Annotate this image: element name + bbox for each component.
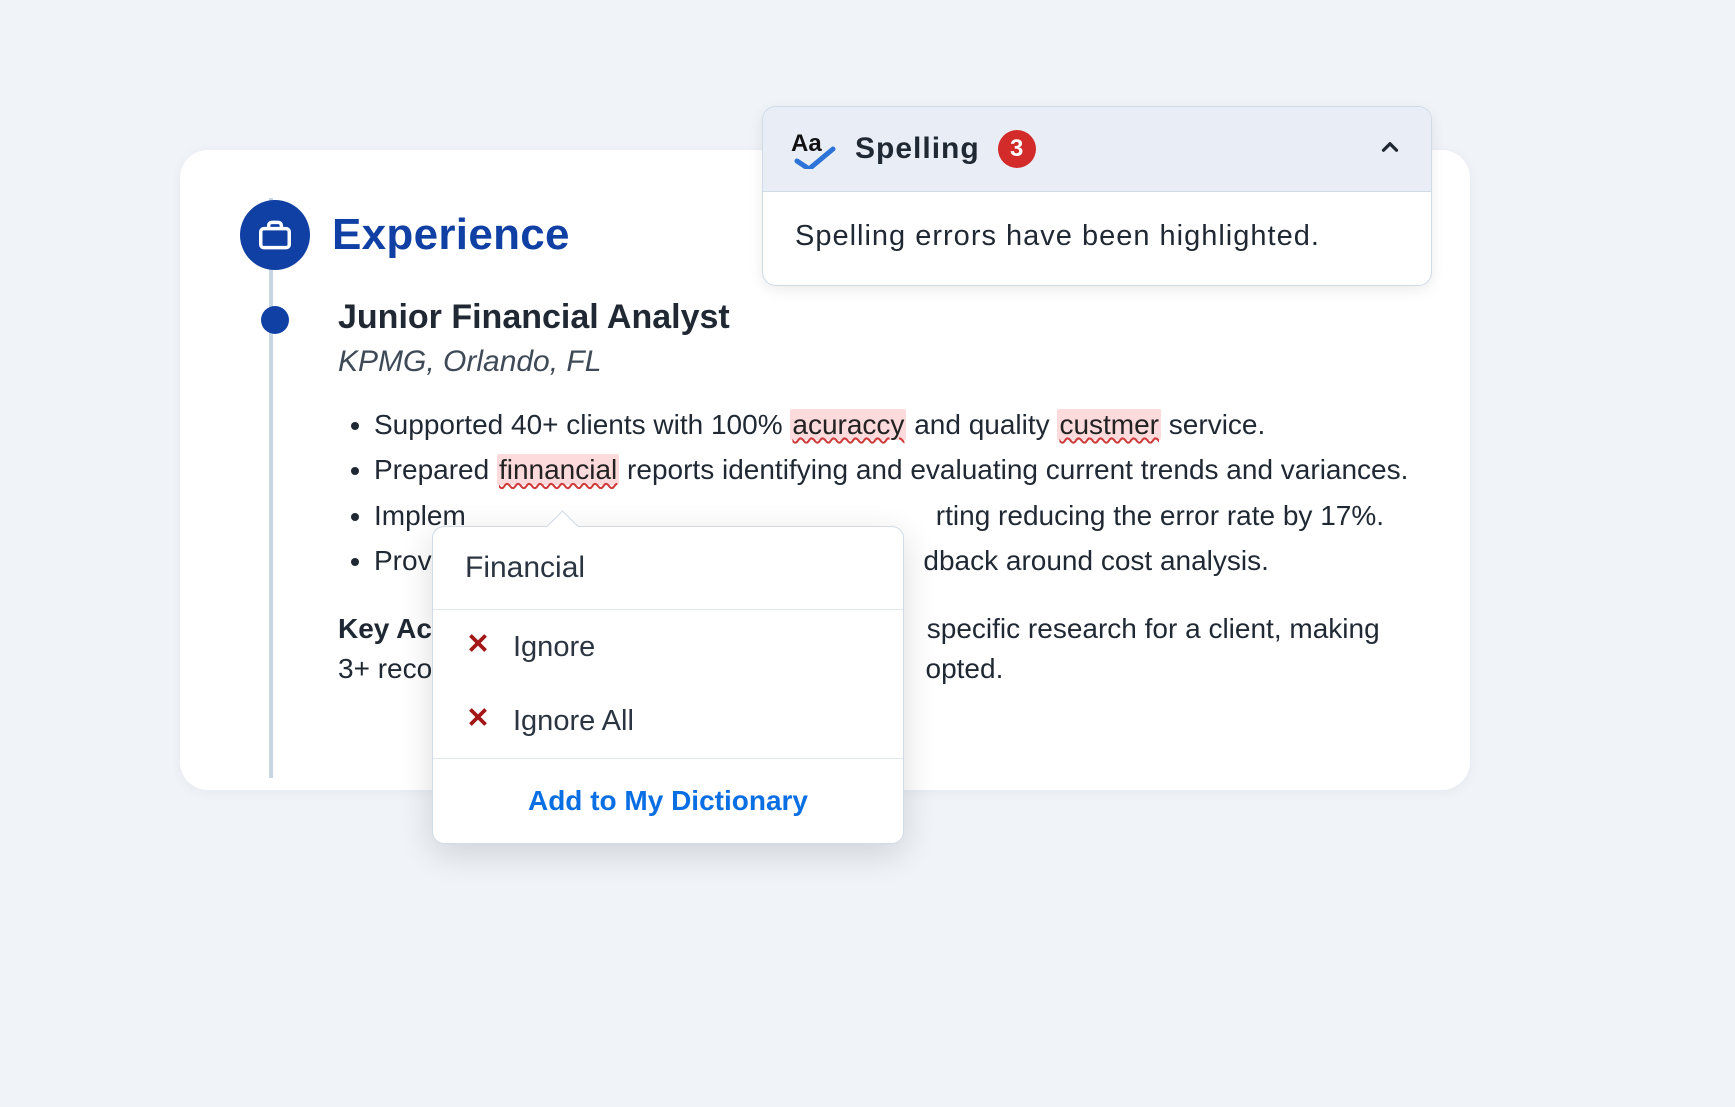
spelling-panel-header[interactable]: Aa Spelling 3: [763, 107, 1431, 192]
add-to-dictionary-button[interactable]: Add to My Dictionary: [433, 759, 903, 843]
spellcheck-icon: Aa: [791, 129, 837, 169]
chevron-up-icon[interactable]: [1377, 134, 1403, 165]
misspelled-word[interactable]: finnancial: [497, 454, 619, 485]
spelling-panel: Aa Spelling 3 Spelling errors have been …: [762, 106, 1432, 286]
company-location: KPMG, Orlando, FL: [338, 345, 1420, 379]
misspelled-word[interactable]: custmer: [1057, 409, 1161, 440]
section-title: Experience: [332, 210, 570, 260]
spelling-panel-body: Spelling errors have been highlighted.: [763, 192, 1431, 285]
misspelled-word[interactable]: acuraccy: [790, 409, 906, 440]
suggestion-word[interactable]: Financial: [433, 527, 903, 610]
bullet-2: Prepared finnancial reports identifying …: [374, 448, 1420, 491]
timeline-line: [269, 198, 273, 778]
ignore-all-button[interactable]: Ignore All: [433, 684, 903, 758]
ignore-button[interactable]: Ignore: [433, 610, 903, 684]
close-icon: [465, 630, 491, 664]
error-count-badge: 3: [998, 130, 1036, 168]
svg-text:Aa: Aa: [791, 130, 822, 157]
spelling-panel-title: Spelling: [855, 132, 980, 166]
spelling-suggestion-popup: Financial Ignore Ignore All Add to My Di…: [432, 526, 904, 844]
bullet-1: Supported 40+ clients with 100% acuraccy…: [374, 403, 1420, 446]
briefcase-icon: [240, 200, 310, 270]
job-title: Junior Financial Analyst: [338, 298, 1420, 337]
timeline-dot: [261, 306, 289, 334]
close-icon: [465, 704, 491, 738]
